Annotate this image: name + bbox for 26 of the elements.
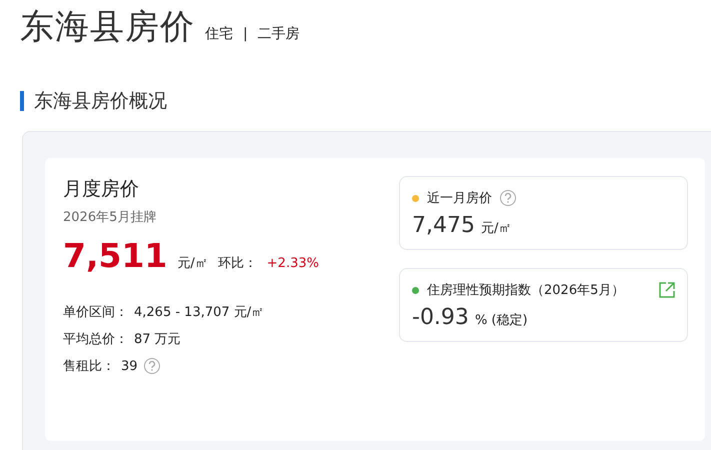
detail-value: 4,265 - 13,707 元/㎡ [134,304,264,321]
detail-label: 平均总价： [63,331,128,348]
detail-value: 39 [121,358,138,374]
stat-title: 住房理性预期指数（2026年5月） [427,282,626,299]
detail-label: 单价区间： [63,304,128,321]
help-icon[interactable] [500,190,516,206]
section-title: 东海县房价概况 [34,89,167,114]
subtitle: 住宅 [205,25,233,43]
separator: | [243,26,248,42]
card-title: 月度房价 [63,177,140,202]
detail-value: 87 万元 [134,331,181,348]
price-value: 7,511 [63,236,168,275]
detail-label: 售租比： [63,358,115,375]
help-icon[interactable] [144,358,160,374]
date-label: 2026年5月挂牌 [63,209,158,226]
stat-unit: 元/㎡ [480,220,512,237]
stat-value: 7,475 [412,213,475,238]
change-label: 环比： [218,255,257,272]
stat-unit: % (稳定) [474,312,528,329]
change-value: +2.33% [266,256,319,271]
stat-title: 近一月房价 [427,190,492,207]
stat-value: -0.93 [412,305,469,330]
subtitle: 二手房 [258,25,300,43]
external-link-icon[interactable] [659,282,675,298]
page-title: 东海县房价 [20,6,195,49]
unit-label: 元/㎡ [177,255,208,272]
